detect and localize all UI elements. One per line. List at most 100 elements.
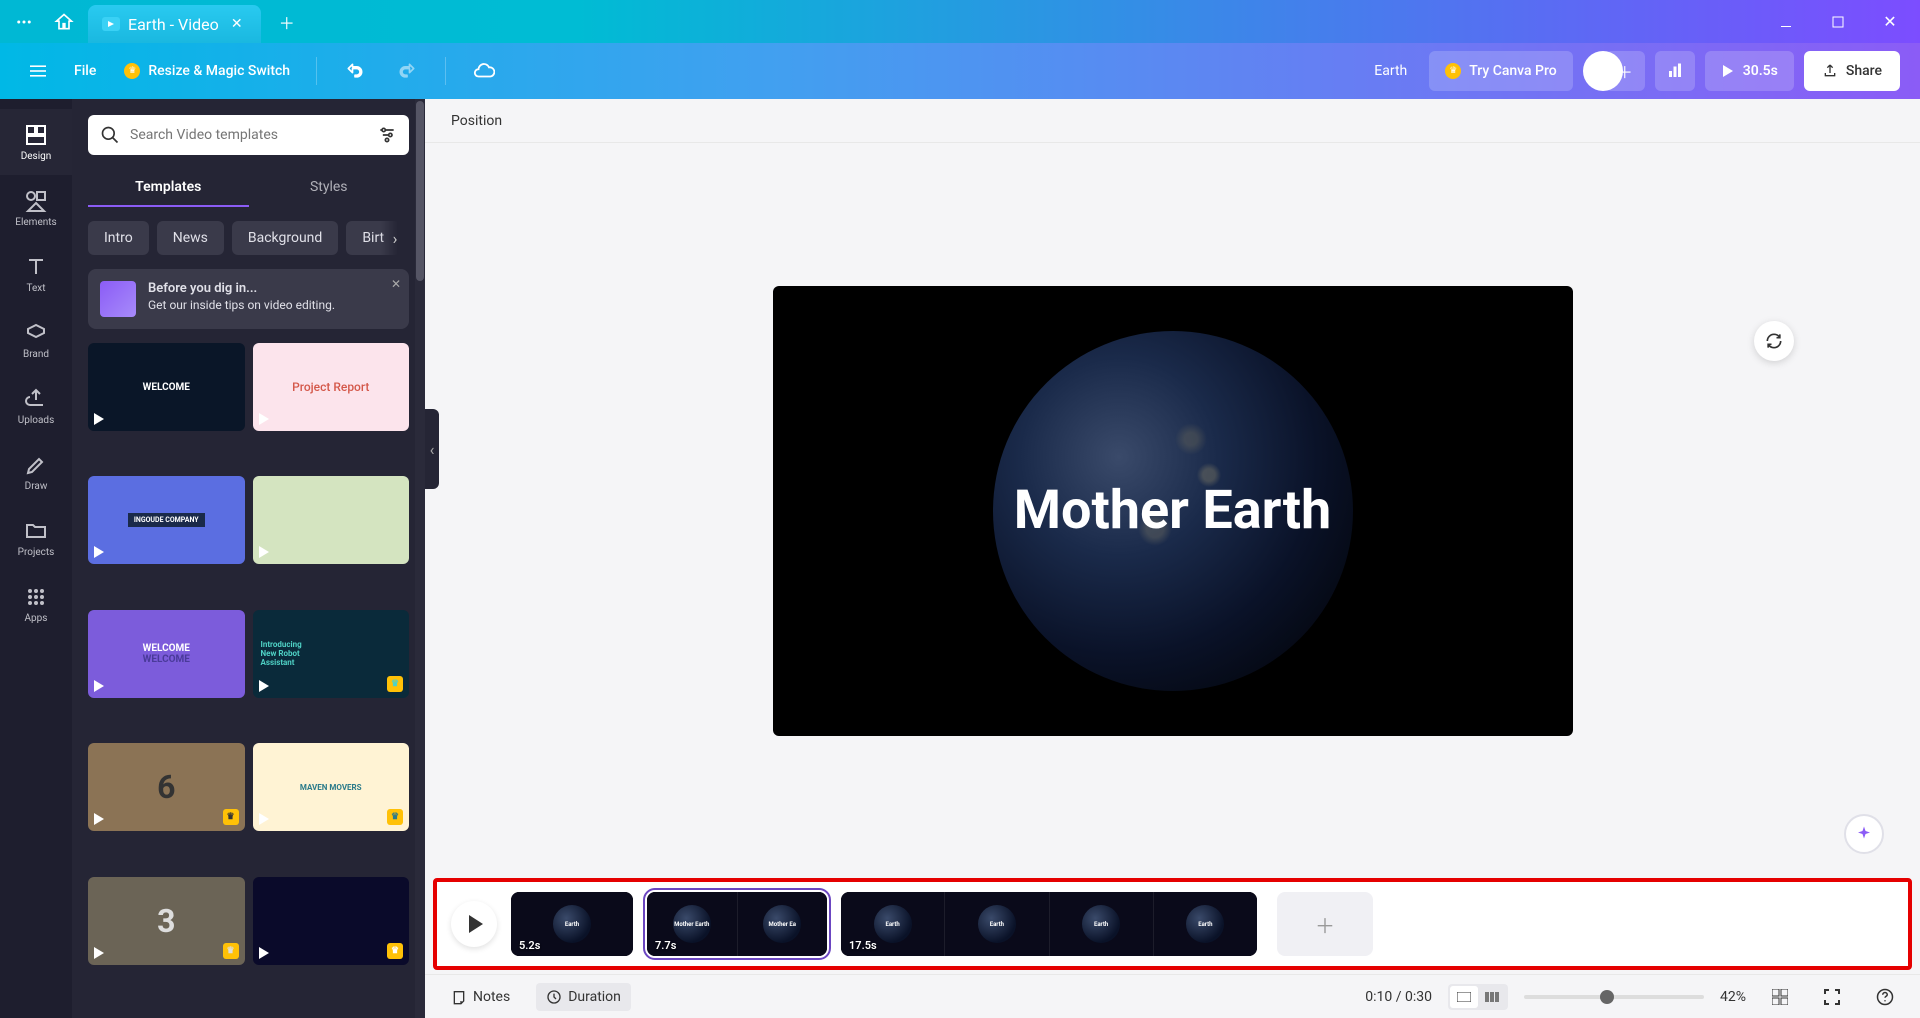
search-input[interactable] <box>130 127 367 143</box>
chip-news[interactable]: News <box>157 221 224 255</box>
play-icon <box>94 680 104 692</box>
template-card[interactable]: 6♛ <box>88 743 245 831</box>
view-pages-button[interactable] <box>1450 986 1478 1008</box>
template-card[interactable]: WELCOMEWELCOME <box>88 610 245 698</box>
document-tab[interactable]: Earth - Video ✕ <box>88 5 261 43</box>
nav-label: Elements <box>15 217 56 228</box>
canvas-frame[interactable]: Mother Earth <box>773 286 1573 736</box>
share-button[interactable]: Share <box>1804 51 1900 91</box>
bottom-bar: Notes Duration 0:10 / 0:30 42% <box>425 974 1920 1018</box>
nav-apps[interactable]: Apps <box>0 571 72 637</box>
template-card[interactable] <box>253 476 410 564</box>
tip-close-button[interactable]: ✕ <box>391 277 401 291</box>
template-label: 6 <box>157 768 175 806</box>
clip-label: Earth <box>565 921 579 928</box>
panel-collapse-button[interactable]: ‹ <box>425 409 439 489</box>
nav-brand[interactable]: Brand <box>0 307 72 373</box>
tab-styles[interactable]: Styles <box>249 169 410 207</box>
cloud-sync-button[interactable] <box>462 49 506 93</box>
play-icon <box>259 413 269 425</box>
magic-assist-button[interactable] <box>1844 814 1884 854</box>
redo-button[interactable] <box>385 49 429 93</box>
sidepanel-scrollbar[interactable] <box>415 99 425 1018</box>
duration-button[interactable]: Duration <box>536 983 631 1011</box>
tip-body: Get our inside tips on video editing. <box>148 298 335 312</box>
zoom-slider-thumb[interactable] <box>1600 990 1614 1004</box>
template-card[interactable]: IntroducingNew RobotAssistant♛ <box>253 610 410 698</box>
refresh-button[interactable] <box>1754 321 1794 361</box>
window-minimize-button[interactable] <box>1764 6 1808 38</box>
canvas-viewport[interactable]: Mother Earth <box>425 143 1920 878</box>
clip-label: Earth <box>885 921 899 928</box>
view-scroll-button[interactable] <box>1478 986 1506 1008</box>
template-card[interactable]: 3♛ <box>88 877 245 965</box>
nav-draw[interactable]: Draw <box>0 439 72 505</box>
nav-label: Apps <box>25 613 48 624</box>
undo-button[interactable] <box>333 49 377 93</box>
nav-design[interactable]: Design <box>0 109 72 175</box>
grid-view-button[interactable] <box>1762 983 1798 1011</box>
play-icon <box>259 947 269 959</box>
timeline-clip-2[interactable]: Mother Earth Mother Ea 7.7s <box>647 892 827 956</box>
timeline-clip-1[interactable]: Earth 5.2s <box>511 892 633 956</box>
crown-icon: ♛ <box>387 943 403 959</box>
file-button[interactable]: File <box>64 53 106 89</box>
zoom-percentage[interactable]: 42% <box>1720 989 1746 1005</box>
tab-close-button[interactable]: ✕ <box>227 14 247 34</box>
total-duration: 30.5s <box>1743 63 1778 79</box>
insights-button[interactable] <box>1655 51 1695 91</box>
clip-label: Mother Earth <box>674 921 709 928</box>
play-icon <box>94 947 104 959</box>
nav-uploads[interactable]: Uploads <box>0 373 72 439</box>
clock-icon <box>546 989 562 1005</box>
play-icon <box>259 813 269 825</box>
nav-elements[interactable]: Elements <box>0 175 72 241</box>
window-close-button[interactable]: ✕ <box>1868 6 1912 38</box>
add-page-button[interactable]: ＋ <box>1277 892 1373 956</box>
search-box[interactable] <box>88 115 409 155</box>
play-icon <box>1721 64 1735 78</box>
chip-scroll-right[interactable]: › <box>381 221 409 255</box>
add-collaborator-button[interactable]: ＋ <box>1605 51 1645 91</box>
chip-intro[interactable]: Intro <box>88 221 149 255</box>
chip-background[interactable]: Background <box>232 221 338 255</box>
new-tab-button[interactable]: ＋ <box>273 8 301 36</box>
nav-label: Uploads <box>18 415 54 426</box>
home-button[interactable] <box>48 6 80 38</box>
zoom-slider[interactable] <box>1524 995 1704 999</box>
resize-magic-switch-button[interactable]: ♛ Resize & Magic Switch <box>114 53 300 89</box>
play-preview-button[interactable]: 30.5s <box>1705 51 1794 91</box>
template-card[interactable]: INGOUDE COMPANY <box>88 476 245 564</box>
panel-tabs: Templates Styles <box>88 169 409 207</box>
more-menu-button[interactable] <box>8 6 40 38</box>
menu-button[interactable] <box>20 53 56 89</box>
template-card[interactable]: Project Report <box>253 343 410 431</box>
canvas-heading[interactable]: Mother Earth <box>1014 479 1332 542</box>
help-button[interactable] <box>1866 982 1904 1012</box>
context-bar: Position <box>425 99 1920 143</box>
tab-title: Earth - Video <box>128 15 219 34</box>
tip-banner[interactable]: Before you dig in... Get our inside tips… <box>88 269 409 329</box>
timeline-play-button[interactable] <box>451 901 497 947</box>
template-card[interactable]: ♛ <box>253 877 410 965</box>
template-card[interactable]: MAVEN MOVERS♛ <box>253 743 410 831</box>
nav-label: Draw <box>25 481 48 492</box>
notes-button[interactable]: Notes <box>441 983 520 1011</box>
nav-label: Design <box>21 151 52 162</box>
timeline-clip-3[interactable]: Earth Earth Earth Earth 17.5s <box>841 892 1257 956</box>
filter-icon[interactable] <box>377 125 397 145</box>
template-card[interactable]: WELCOME <box>88 343 245 431</box>
fullscreen-button[interactable] <box>1814 983 1850 1011</box>
template-label: Introducing <box>261 640 302 649</box>
window-maximize-button[interactable] <box>1816 6 1860 38</box>
template-label: 3 <box>157 902 175 940</box>
document-title[interactable]: Earth <box>1374 63 1407 79</box>
template-label: Project Report <box>292 380 369 394</box>
nav-projects[interactable]: Projects <box>0 505 72 571</box>
try-canva-pro-button[interactable]: ♛ Try Canva Pro <box>1429 51 1572 91</box>
notes-icon <box>451 989 467 1005</box>
position-button[interactable]: Position <box>441 107 512 135</box>
tab-templates[interactable]: Templates <box>88 169 249 207</box>
nav-text[interactable]: Text <box>0 241 72 307</box>
side-panel: Templates Styles Intro News Background B… <box>72 99 425 1018</box>
